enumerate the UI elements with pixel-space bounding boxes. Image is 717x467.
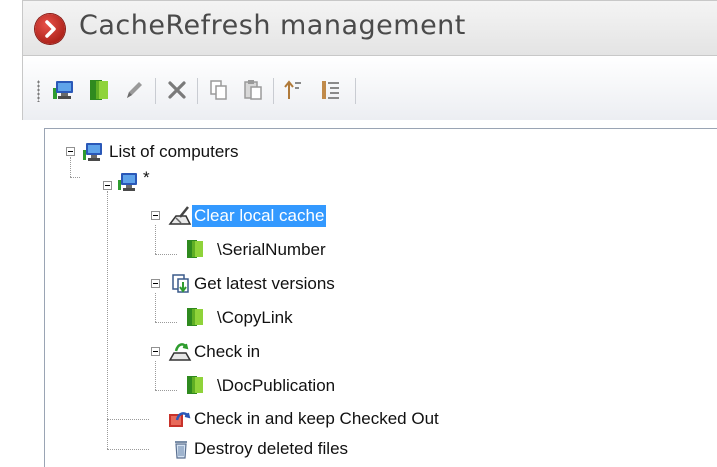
tree-collapse-toggle[interactable] — [151, 279, 160, 288]
tree-connector — [155, 390, 177, 391]
tree-collapse-toggle[interactable] — [66, 147, 75, 156]
folder-icon — [185, 238, 207, 260]
check-in-icon — [168, 341, 192, 363]
computer-icon — [117, 171, 139, 193]
toolbar-separator — [355, 78, 356, 104]
tree-connector — [155, 225, 156, 254]
tree-node-check-in[interactable]: Check in — [192, 341, 262, 363]
tree-node-get-latest-versions[interactable]: Get latest versions — [192, 273, 337, 295]
toolbar — [22, 56, 717, 120]
computer-list-icon — [82, 141, 104, 163]
delete-x-icon[interactable] — [165, 78, 189, 102]
toolbar-grip[interactable] — [37, 80, 40, 102]
tree-node-destroy-deleted-files[interactable]: Destroy deleted files — [192, 438, 350, 460]
edit-pencil-icon[interactable] — [122, 78, 146, 102]
tree-connector — [155, 254, 177, 255]
tree-view[interactable]: List of computers * Clear local cache \S… — [44, 128, 717, 467]
list-icon[interactable] — [319, 78, 343, 102]
tree-connector — [155, 293, 156, 322]
toolbar-separator — [273, 78, 274, 104]
tree-connector — [107, 191, 108, 449]
tree-node-check-in-keep-checked-out[interactable]: Check in and keep Checked Out — [192, 408, 441, 430]
tree-collapse-toggle[interactable] — [151, 211, 160, 220]
tree-connector — [155, 361, 156, 390]
tree-connector — [155, 322, 177, 323]
tree-collapse-toggle[interactable] — [151, 347, 160, 356]
tree-connector — [107, 419, 149, 420]
tree-node-serialnumber[interactable]: \SerialNumber — [215, 239, 328, 261]
check-in-keep-icon — [167, 408, 191, 430]
tree-node-docpublication[interactable]: \DocPublication — [215, 375, 337, 397]
folder-add-icon[interactable] — [87, 78, 111, 102]
clear-cache-icon — [168, 205, 192, 227]
tree-connector — [70, 177, 80, 178]
computer-add-icon[interactable] — [51, 78, 75, 102]
tree-collapse-toggle[interactable] — [103, 181, 112, 190]
copy-icon[interactable] — [207, 78, 231, 102]
toolbar-separator — [197, 78, 198, 104]
toolbar-separator — [155, 78, 156, 104]
tree-node-list-of-computers[interactable]: List of computers — [107, 141, 240, 163]
window-title: CacheRefresh management — [79, 10, 466, 41]
tree-connector — [107, 449, 149, 450]
tree-node-copylink[interactable]: \CopyLink — [215, 307, 295, 329]
app-logo-icon — [35, 14, 65, 44]
get-latest-icon — [170, 273, 192, 295]
recycle-bin-icon — [171, 438, 193, 460]
folder-icon — [185, 374, 207, 396]
title-bar: CacheRefresh management — [22, 0, 717, 56]
tree-node-computer[interactable]: * — [141, 167, 152, 189]
sort-up-icon[interactable] — [281, 78, 305, 102]
folder-icon — [185, 306, 207, 328]
tree-connector — [70, 157, 71, 177]
paste-icon[interactable] — [241, 78, 265, 102]
tree-node-clear-local-cache[interactable]: Clear local cache — [192, 205, 327, 227]
